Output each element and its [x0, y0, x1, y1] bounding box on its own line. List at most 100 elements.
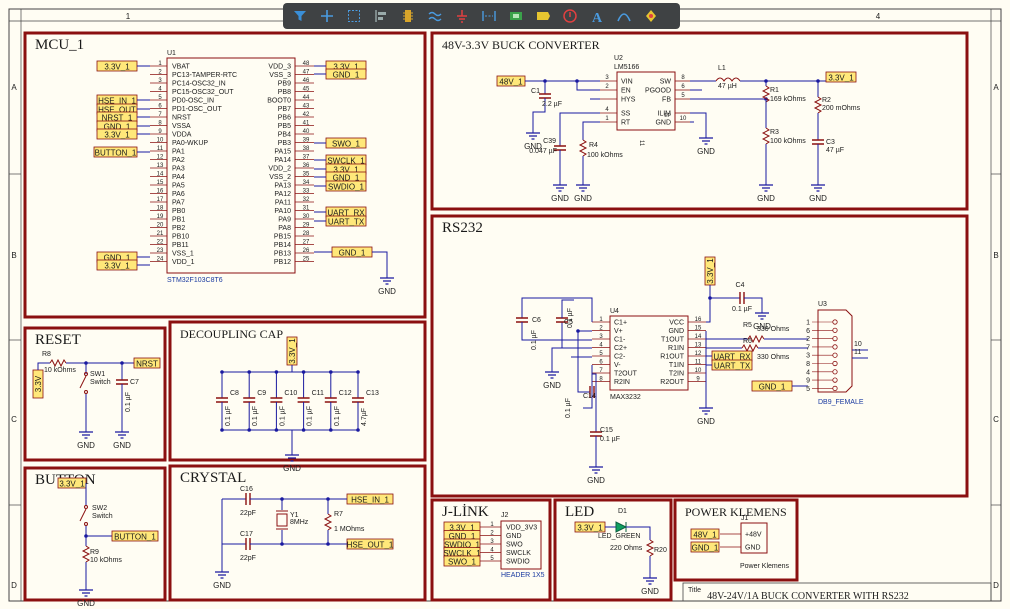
schematic-sheet: 1 4 A A B B C C D D MCU_1 48V-3.3V BUCK CONVERTER RS… — [0, 0, 1010, 609]
led-gnd-text: GND — [641, 587, 659, 596]
led-label-3v3: 3.3V_1 — [577, 524, 603, 533]
decoupling-c8-ref: C8 — [230, 390, 239, 397]
netlabel-tool-button[interactable] — [532, 6, 554, 26]
mcu-right-pin-15: PA12 — [274, 191, 291, 198]
plus-crosshair-tool-button[interactable] — [316, 6, 338, 26]
chip-tool-button[interactable] — [505, 6, 527, 26]
led-gnd-symbol — [643, 577, 657, 585]
reset-gnd-c7-symbol — [115, 431, 129, 439]
mcu-left-pin-17: PB0 — [172, 208, 185, 215]
power-j1-ref: J1 — [741, 515, 749, 522]
bus-tool-button[interactable] — [478, 6, 500, 26]
mcu-left-num-15: 16 — [157, 189, 164, 195]
mcu-label-swo: SWO_1 — [332, 140, 361, 149]
jlink-label-4: SWO_1 — [448, 558, 477, 567]
select-rect-tool-button[interactable] — [343, 6, 365, 26]
led-r20-ref: R20 — [654, 547, 667, 554]
power-label-0: 48V_1 — [693, 531, 717, 540]
mcu-left-pin-12: PA3 — [172, 166, 185, 173]
crystal-c17-ref: C17 — [240, 531, 253, 538]
border-row-c-left: C — [11, 415, 17, 424]
reset-sw1-val: Switch — [90, 379, 111, 386]
crystal-c16-ref: C16 — [240, 486, 253, 493]
mcu-label-3v3-c: 3.3V_1 — [104, 262, 130, 271]
mcu-gnd-text: GND — [378, 287, 396, 296]
rs232-left-pin-2: C1- — [614, 337, 626, 344]
netlabel-icon — [537, 12, 550, 20]
decoupling-c11 — [297, 397, 310, 403]
mcu-label-gnd-r3: GND_1 — [339, 249, 366, 258]
junction-dot — [326, 497, 330, 501]
rs232-r5-val: 330 Ohms — [757, 326, 790, 333]
crystal-gnd-text: GND — [213, 581, 231, 590]
junction-dot — [280, 497, 284, 501]
buck-label-3v3: 3.3V_1 — [828, 74, 854, 83]
reset-gnd-sw-text: GND — [77, 441, 95, 450]
mcu-right-pin-19: PA8 — [278, 225, 291, 232]
buck-left-num-2: 4 — [605, 107, 609, 113]
buck-r4-ref: R4 — [589, 142, 598, 149]
reset-sw1 — [79, 375, 87, 389]
buck-c1 — [539, 93, 551, 99]
mcu-left-num-17: 18 — [157, 206, 164, 212]
mcu-left-num-16: 17 — [157, 197, 164, 203]
mcu-left-pin-15: PA6 — [172, 191, 185, 198]
mcu-right-num-15: 33 — [303, 189, 310, 195]
button-sw2-val: Switch — [92, 513, 113, 520]
rs232-label-uart-tx: UART_TX — [714, 362, 751, 371]
mcu-left-pin-14: PA5 — [172, 183, 185, 190]
button-sw2 — [79, 508, 87, 522]
buck-l1 — [715, 77, 741, 82]
buck-right-pin-1: PGOOD — [645, 88, 671, 95]
decoupling-wire — [221, 365, 293, 390]
buck-gnd-ilim-symbol — [699, 137, 713, 145]
mcu-label-uart-tx: UART_TX — [328, 218, 365, 227]
mcu-left-pin-21: PB11 — [172, 242, 189, 249]
rs232-c5-val: 0.1 µF — [567, 308, 574, 328]
wire-tool-button[interactable] — [424, 6, 446, 26]
button-sw-pin — [84, 505, 88, 509]
mcu-label-3v3-b: 3.3V_1 — [104, 131, 130, 140]
decoupling-c10-val: 0.1 µF — [279, 406, 286, 426]
component-tool-button[interactable] — [397, 6, 419, 26]
junction-dot — [274, 370, 279, 374]
rs232-left-pin-5: V- — [614, 362, 621, 369]
align-tool-button[interactable] — [370, 6, 392, 26]
mcu-left-pin-18: PB1 — [172, 217, 185, 224]
rs232-gnd-c5-symbol — [545, 371, 559, 379]
decoupling-c12 — [324, 397, 337, 403]
jlink-pin-3: SWCLK — [506, 550, 531, 557]
reset-label-3v3: 3.3V — [34, 375, 43, 392]
buck-left-pin-0: VIN — [621, 79, 633, 86]
rs232-c6 — [516, 317, 528, 323]
filter-tool-button[interactable] — [289, 6, 311, 26]
mcu-label-3v3-a: 3.3V_1 — [104, 63, 130, 72]
border-row-c-right: C — [993, 415, 999, 424]
mcu-right-num-17: 31 — [303, 206, 310, 212]
db9-pin-1: 6 — [806, 328, 810, 335]
text-tool-button[interactable]: A — [586, 6, 608, 26]
buck-block — [430, 31, 969, 211]
ground-tool-button[interactable] — [451, 6, 473, 26]
rs232-c4-ref: C4 — [736, 282, 745, 289]
border-row-a-left: A — [11, 83, 17, 92]
mcu-right-num-0: 48 — [303, 61, 310, 67]
mcu-label-button: BUTTON_1 — [95, 149, 137, 158]
db9-pin-4: 3 — [806, 353, 810, 360]
junction-dot — [274, 428, 279, 432]
button-sw2-ref: SW2 — [92, 505, 107, 512]
buck-c39-val: 0.047 µF — [529, 148, 557, 155]
buck-right-pin-2: FB — [662, 97, 671, 104]
bulb-tool-button[interactable] — [640, 6, 662, 26]
decoupling-c10-ref: C10 — [284, 390, 297, 397]
buck-r3 — [761, 127, 771, 145]
mcu-left-pin-11: PA2 — [172, 157, 185, 164]
mcu-ref: U1 — [167, 50, 176, 57]
arc-tool-button[interactable] — [613, 6, 635, 26]
port-tool-button[interactable] — [559, 6, 581, 26]
rs232-gnd-c4-symbol — [755, 312, 769, 320]
decoupling-c10 — [270, 397, 283, 403]
mcu-right-pin-23: PB12 — [274, 259, 291, 266]
mcu-left-pin-19: PB2 — [172, 225, 185, 232]
rs232-gnd-main-symbol — [699, 407, 713, 415]
